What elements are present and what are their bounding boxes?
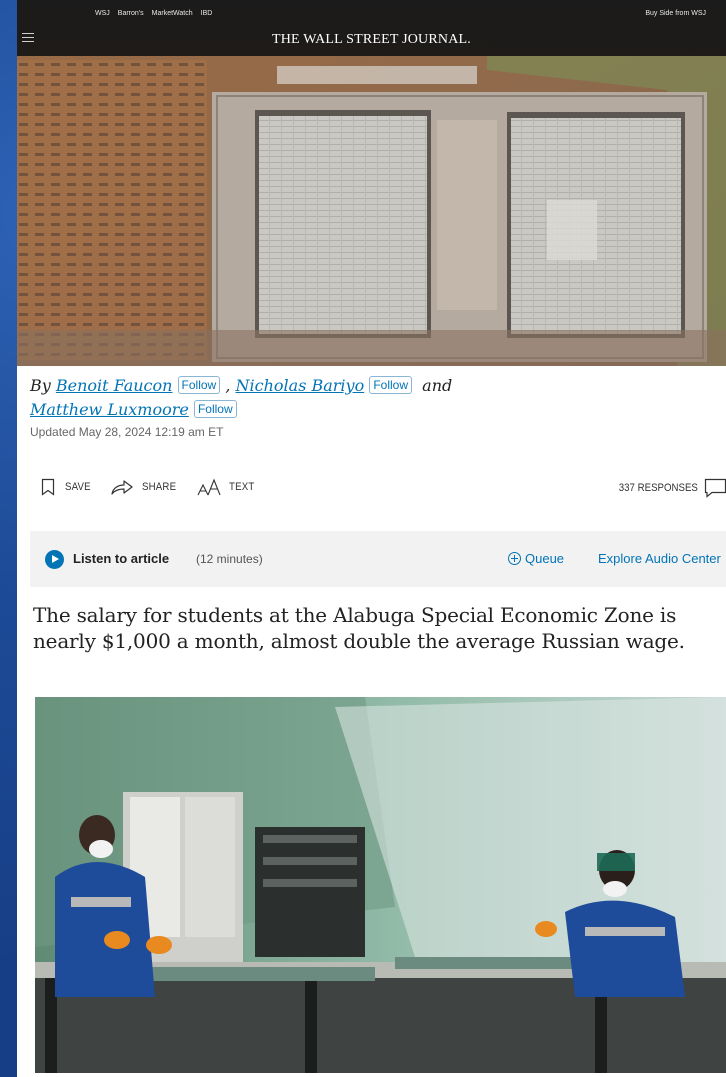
masthead-logo[interactable]: THE WALL STREET JOURNAL. — [17, 32, 726, 48]
byline-and: and — [422, 376, 453, 395]
plus-circle-icon — [508, 552, 521, 565]
network-link-ibd[interactable]: IBD — [201, 10, 213, 17]
responses-button[interactable]: 337 RESPONSES — [608, 478, 726, 498]
queue-button[interactable]: Queue — [508, 551, 564, 566]
comment-icon — [704, 478, 726, 498]
bookmark-icon — [41, 478, 55, 496]
listen-bar: Listen to article (12 minutes) Queue Exp… — [30, 531, 726, 587]
share-icon — [111, 480, 133, 495]
image-caption: The salary for students at the Alabuga S… — [33, 603, 685, 653]
queue-label: Queue — [525, 551, 565, 566]
text-size-button[interactable]: TEXT — [197, 478, 258, 496]
responses-count: 337 RESPONSES — [618, 482, 698, 494]
byline-separator: , — [225, 376, 231, 395]
save-label: SAVE — [65, 481, 91, 493]
text-label: TEXT — [229, 481, 255, 493]
share-button[interactable]: SHARE — [110, 478, 181, 496]
listen-duration: (12 minutes) — [196, 552, 263, 566]
network-link-barrons[interactable]: Barron's — [118, 10, 144, 17]
article-page: WSJ Barron's MarketWatch IBD Buy Side fr… — [17, 0, 726, 1077]
listen-label[interactable]: Listen to article — [73, 551, 169, 566]
follow-button-1[interactable]: Follow — [177, 376, 221, 394]
author-link-1[interactable]: Benoit Faucon — [56, 376, 173, 395]
network-links: WSJ Barron's MarketWatch IBD — [95, 10, 212, 17]
site-header: WSJ Barron's MarketWatch IBD Buy Side fr… — [17, 0, 726, 56]
buy-side-link[interactable]: Buy Side from WSJ — [645, 10, 706, 17]
byline-prefix: By — [30, 376, 51, 395]
article-photo — [35, 697, 726, 1073]
article-tools: SAVE SHARE TEXT — [41, 478, 274, 496]
explore-audio-link[interactable]: Explore Audio Center — [598, 551, 721, 566]
author-link-2[interactable]: Nicholas Bariyo — [236, 376, 365, 395]
follow-button-3[interactable]: Follow — [193, 400, 237, 418]
updated-timestamp: Updated May 28, 2024 12:19 am ET — [30, 425, 224, 439]
author-link-3[interactable]: Matthew Luxmoore — [30, 400, 189, 419]
byline: By Benoit Faucon Follow , Nicholas Bariy… — [30, 374, 720, 422]
follow-button-2[interactable]: Follow — [369, 376, 412, 394]
network-link-wsj[interactable]: WSJ — [95, 10, 110, 17]
text-size-icon — [197, 478, 221, 496]
network-link-marketwatch[interactable]: MarketWatch — [152, 10, 193, 17]
play-icon[interactable] — [45, 550, 64, 569]
hero-image: WSJ Barron's MarketWatch IBD Buy Side fr… — [17, 0, 726, 366]
share-label: SHARE — [142, 481, 177, 493]
save-button[interactable]: SAVE — [41, 478, 94, 496]
